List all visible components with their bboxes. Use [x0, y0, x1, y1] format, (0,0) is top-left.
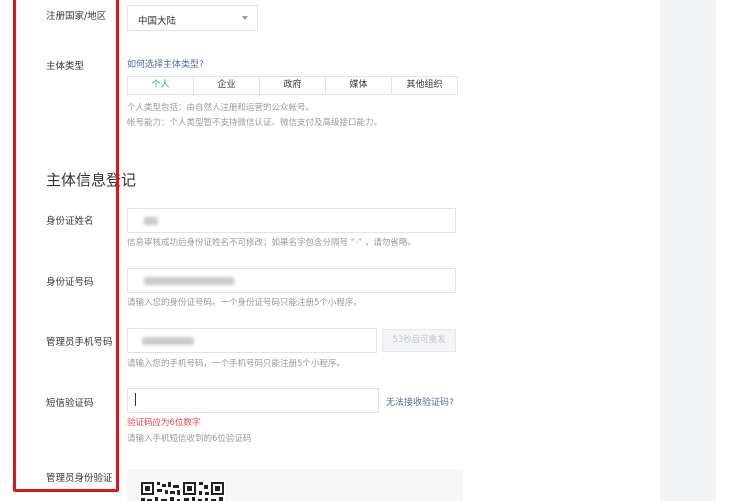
redacted-value: [144, 217, 158, 225]
id-number-input[interactable]: [127, 268, 456, 293]
subject-type-option-enterprise[interactable]: 企业: [193, 77, 259, 94]
sms-code-tip: 请输入手机短信收到的6位验证码: [127, 434, 252, 444]
subject-type-tip-1: 个人类型包括：由自然人注册和运营的公众帐号。: [127, 103, 315, 113]
subject-type-segmented-control: 个人 企业 政府 媒体 其他组织: [127, 76, 458, 95]
id-number-tip: 请输入您的身份证号码。一个身份证号码只能注册5个小程序。: [127, 298, 362, 308]
qr-code-icon: [139, 480, 225, 501]
caret-down-icon: [242, 16, 248, 20]
admin-phone-input[interactable]: [127, 328, 377, 353]
sms-code-input[interactable]: [127, 388, 379, 413]
right-edge: [716, 0, 742, 501]
subject-type-option-personal[interactable]: 个人: [128, 77, 193, 94]
redacted-value: [144, 277, 234, 285]
id-name-input[interactable]: [127, 208, 456, 233]
subject-type-option-other-org[interactable]: 其他组织: [391, 77, 457, 94]
section-title: 主体信息登记: [46, 171, 137, 189]
sms-code-label: 短信验证码: [46, 398, 94, 409]
id-name-label: 身份证姓名: [46, 216, 94, 227]
region-select[interactable]: 中国大陆: [127, 5, 258, 31]
subject-type-label: 主体类型: [46, 61, 85, 72]
label-column-highlight: [13, 0, 119, 492]
cannot-receive-code-link[interactable]: 无法接收验证码?: [386, 395, 454, 408]
admin-verify-label: 管理员身份验证: [46, 473, 113, 484]
id-number-label: 身份证号码: [46, 277, 94, 288]
region-select-value: 中国大陆: [138, 16, 177, 27]
admin-phone-label: 管理员手机号码: [46, 337, 113, 348]
text-cursor: [135, 393, 136, 406]
redacted-value: [142, 337, 194, 345]
resend-code-button[interactable]: 53秒后可重发: [382, 329, 456, 352]
subject-type-tip-2: 帐号能力：个人类型暂不支持微信认证、微信支付及高级接口能力。: [127, 118, 383, 128]
id-name-tip: 信息审核成功后身份证姓名不可修改；如果名字包含分隔号 “·” ，请勿省略。: [127, 238, 416, 248]
right-gutter: [660, 0, 716, 501]
subject-type-option-media[interactable]: 媒体: [325, 77, 391, 94]
subject-type-help-link[interactable]: 如何选择主体类型?: [127, 57, 204, 70]
admin-phone-tip: 请输入您的手机号码，一个手机号码只能注册5个小程序。: [127, 359, 345, 369]
sms-code-error: 验证码应为6位数字: [127, 418, 201, 428]
region-label: 注册国家/地区: [46, 11, 107, 22]
subject-type-option-government[interactable]: 政府: [259, 77, 325, 94]
